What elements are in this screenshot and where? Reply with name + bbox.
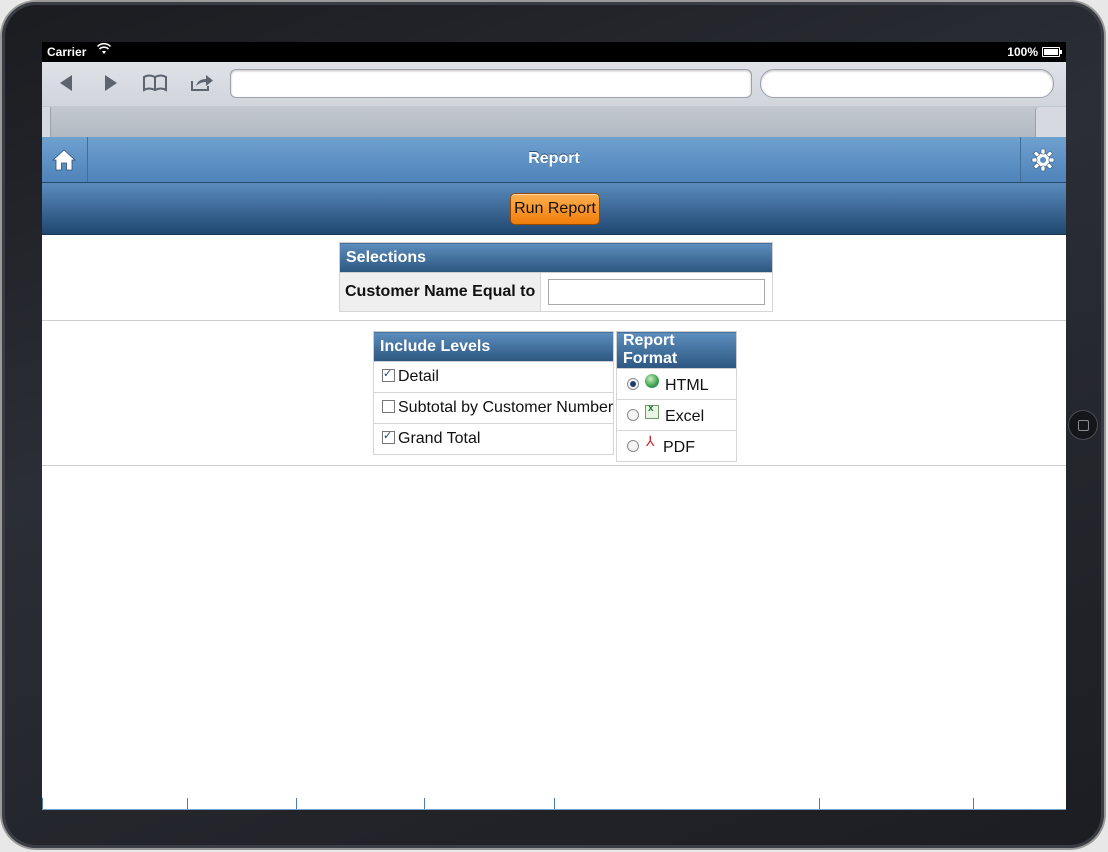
- action-toolbar: Run Report: [42, 183, 1066, 235]
- detail-checkbox[interactable]: [382, 367, 395, 382]
- tab-left-edge: [42, 107, 51, 137]
- pdf-label: PDF: [663, 438, 695, 456]
- divider-tick: [424, 798, 425, 810]
- divider-tick: [296, 798, 297, 810]
- globe-icon: [645, 373, 659, 388]
- new-tab-area[interactable]: [1035, 107, 1066, 137]
- gear-icon: [1031, 148, 1055, 172]
- excel-radio[interactable]: [627, 408, 639, 421]
- level-row-detail[interactable]: Detail: [372, 361, 615, 393]
- wifi-icon: [96, 42, 112, 58]
- app-header: Report: [42, 137, 1066, 183]
- level-row-grand-total[interactable]: Grand Total: [372, 423, 615, 455]
- report-format-table: Report Format HTML Excel PDF: [616, 331, 737, 462]
- selections-header: Selections: [338, 242, 774, 273]
- search-field[interactable]: [760, 69, 1054, 98]
- grand-total-label: Grand Total: [398, 430, 481, 447]
- customer-name-cell: [540, 272, 774, 312]
- selections-section: Selections Customer Name Equal to: [42, 234, 1066, 321]
- html-label: HTML: [665, 376, 709, 394]
- subtotal-checkbox[interactable]: [382, 400, 395, 413]
- format-row-html[interactable]: HTML: [616, 368, 737, 400]
- options-section: Include Levels Detail Subtotal by Custom…: [42, 321, 1066, 466]
- include-levels-header: Include Levels: [372, 331, 615, 362]
- html-radio[interactable]: [627, 377, 639, 390]
- include-levels-table: Include Levels Detail Subtotal by Custom…: [372, 331, 615, 455]
- excel-icon: [645, 403, 659, 419]
- format-row-pdf[interactable]: PDF: [616, 430, 737, 462]
- page-title: Report: [528, 150, 580, 167]
- format-row-excel[interactable]: Excel: [616, 399, 737, 431]
- excel-label: Excel: [665, 407, 705, 425]
- device-home-button[interactable]: [1068, 410, 1098, 440]
- pdf-radio[interactable]: [627, 439, 639, 452]
- run-report-button[interactable]: Run Report: [510, 193, 600, 225]
- customer-name-label: Customer Name Equal to: [338, 272, 542, 312]
- back-icon[interactable]: [52, 71, 80, 95]
- forward-icon[interactable]: [97, 71, 125, 95]
- battery-icon: [1042, 47, 1062, 57]
- detail-label: Detail: [398, 368, 439, 385]
- selections-table: Selections Customer Name Equal to: [338, 242, 774, 312]
- status-bar: Carrier 100%: [42, 42, 1066, 62]
- bottom-tab-divider: [42, 798, 1066, 810]
- tab-strip: [42, 106, 1066, 137]
- divider-tick: [554, 798, 555, 810]
- divider-tick: [187, 798, 188, 810]
- settings-button[interactable]: [1020, 137, 1066, 182]
- url-field[interactable]: [230, 69, 752, 98]
- divider-tick: [973, 798, 974, 810]
- screen: Carrier 100% Report Run Report Selection…: [42, 42, 1066, 810]
- battery-percent: 100%: [1007, 45, 1038, 59]
- share-icon[interactable]: [188, 71, 216, 95]
- subtotal-label: Subtotal by Customer Number: [398, 399, 614, 416]
- grand-total-checkbox[interactable]: [382, 429, 395, 444]
- bookmarks-icon[interactable]: [141, 71, 169, 95]
- browser-toolbar: [42, 62, 1066, 137]
- pdf-icon: [645, 433, 657, 450]
- divider-tick: [42, 798, 43, 810]
- level-row-subtotal[interactable]: Subtotal by Customer Number: [372, 392, 615, 424]
- customer-name-input[interactable]: [548, 279, 766, 305]
- carrier-label: Carrier: [47, 45, 87, 59]
- report-format-header: Report Format: [616, 331, 737, 369]
- divider-tick: [819, 798, 820, 810]
